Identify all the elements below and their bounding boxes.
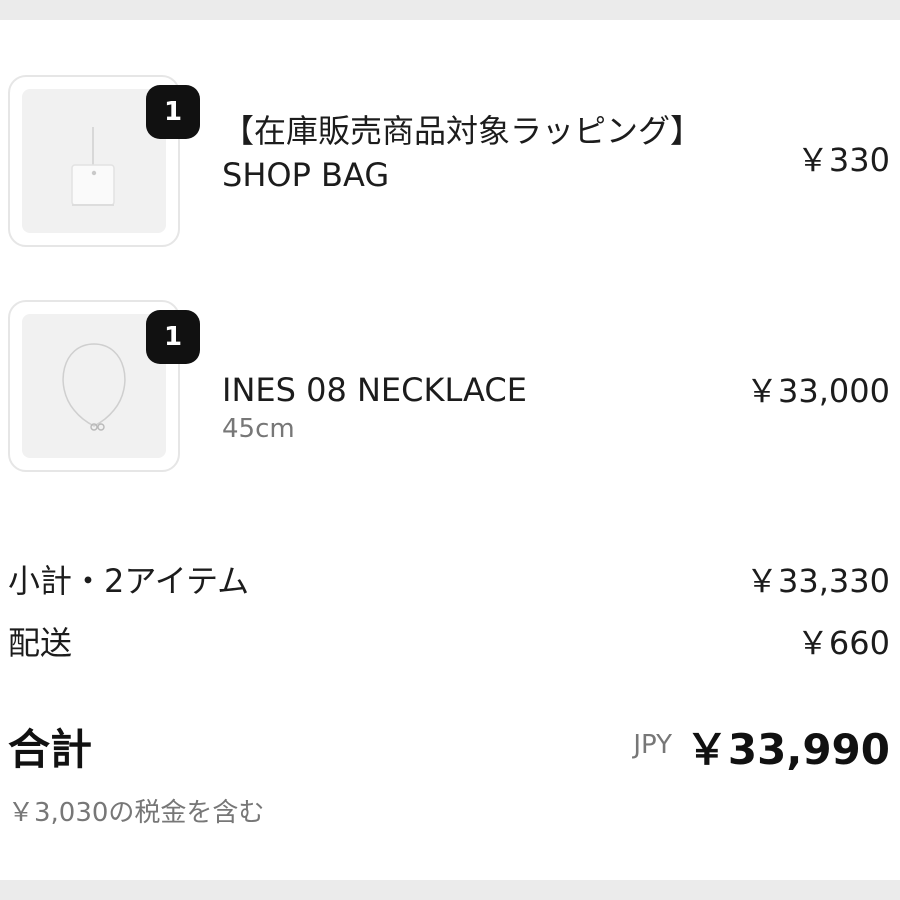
total-currency: JPY [633,730,672,760]
product-thumbnail: 1 [8,300,200,476]
product-name: INES 08 NECKLACE [222,371,527,409]
total-label: 合計 [8,725,93,774]
shop-bag-image [71,127,115,206]
tax-note: ￥3,030の税金を含む [8,798,265,828]
shipping-label: 配送 [8,624,73,662]
subtotal-row: 小計・2アイテム ￥33,330 [8,556,890,600]
product-price: ￥33,000 [746,372,890,410]
quantity-badge: 1 [146,310,200,364]
product-variant: 45cm [222,414,295,444]
product-thumbnail: 1 [8,75,200,251]
subtotal-value: ￥33,330 [746,562,890,600]
total-value: ￥33,990 [685,725,890,774]
product-name: 【在庫販売商品対象ラッピング】SHOP BAG [222,112,703,194]
shipping-value: ￥660 [796,624,890,662]
subtotal-label: 小計・2アイテム [8,562,250,600]
product-price: ￥330 [796,141,890,179]
necklace-image [62,343,126,431]
order-summary-panel: 1 【在庫販売商品対象ラッピング】SHOP BAG ￥330 1 INES 08… [0,20,900,880]
quantity-badge: 1 [146,85,200,139]
total-row: 合計 JPY ￥33,990 [8,716,890,776]
line-item: 1 INES 08 NECKLACE 45cm ￥33,000 [0,300,900,490]
line-item: 1 【在庫販売商品対象ラッピング】SHOP BAG ￥330 [0,75,900,265]
shipping-row: 配送 ￥660 [8,618,890,662]
